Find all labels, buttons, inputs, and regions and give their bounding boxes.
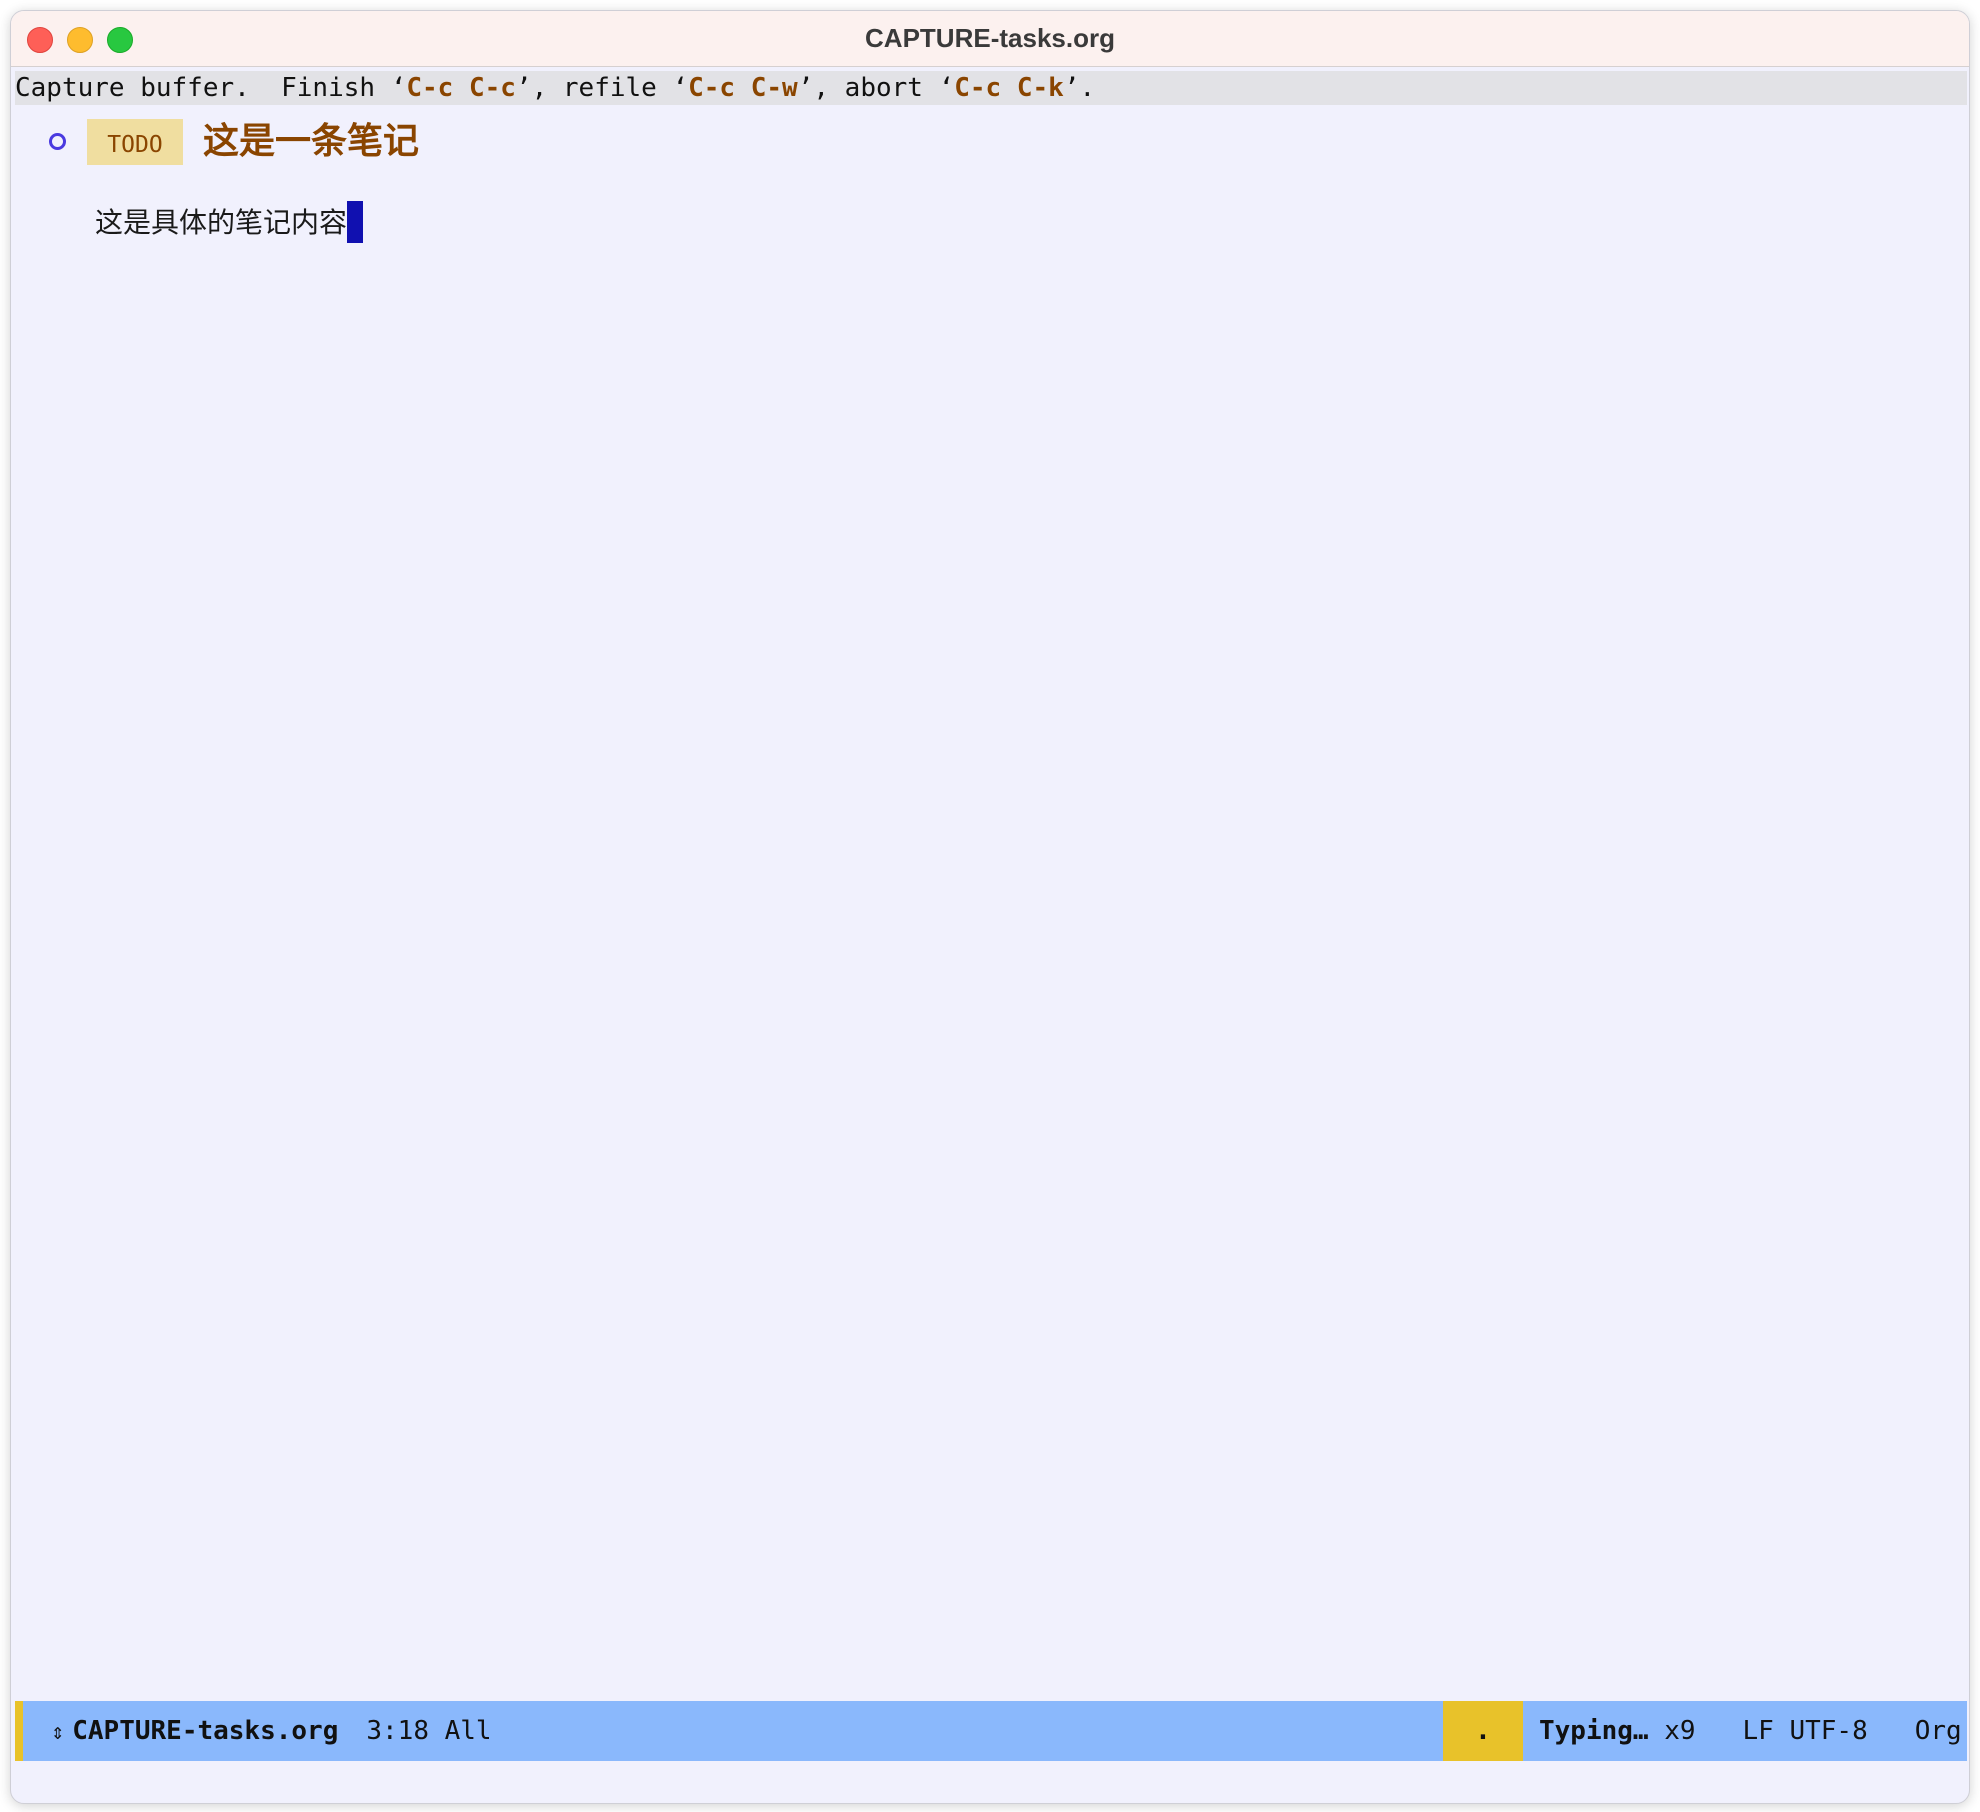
quote-close: ’ (797, 73, 814, 103)
quote-close: ’ (1063, 73, 1080, 103)
finish-key[interactable]: C-c C-c (406, 73, 516, 103)
heading-title[interactable]: 这是一条笔记 (203, 119, 419, 165)
emacs-window: CAPTURE-tasks.org Capture buffer. Finish… (10, 10, 1970, 1804)
title-bar: CAPTURE-tasks.org (11, 11, 1969, 67)
mode-line-left: ⇕ CAPTURE-tasks.org 3:18 All (51, 1701, 492, 1763)
mode-line-buffer-name[interactable]: CAPTURE-tasks.org (72, 1716, 338, 1746)
mode-line-accent-bar (15, 1701, 23, 1761)
typing-count: x9 (1664, 1716, 1696, 1746)
typing-indicator: Typing… (1539, 1716, 1649, 1746)
window-title: CAPTURE-tasks.org (865, 23, 1115, 53)
capture-header-line: Capture buffer. Finish ‘C-c C-c’, refile… (15, 71, 1967, 105)
mode-line: ⇕ CAPTURE-tasks.org 3:18 All . Typing… x9 … (15, 1701, 1967, 1761)
buffer-size-arrow-icon: ⇕ (51, 1720, 65, 1745)
note-body[interactable]: 这是具体的笔记内容 (95, 201, 364, 245)
major-mode[interactable]: Org (1915, 1716, 1962, 1746)
refile-key[interactable]: C-c C-w (688, 73, 798, 103)
quote-open: ‘ (672, 73, 689, 103)
encoding-indicator[interactable]: LF UTF-8 (1743, 1716, 1868, 1746)
note-body-text: 这是具体的笔记内容 (95, 206, 348, 239)
header-refile-text: , refile (531, 73, 673, 103)
abort-key[interactable]: C-c C-k (954, 73, 1064, 103)
quote-open: ‘ (390, 73, 407, 103)
mode-line-position: 3:18 All (366, 1716, 492, 1746)
quote-open: ‘ (938, 73, 955, 103)
header-abort-text: , abort (813, 73, 939, 103)
quote-close: ’ (515, 73, 532, 103)
mode-line-right: Typing… x9 LF UTF-8 Org (1539, 1701, 1962, 1761)
text-cursor (347, 201, 364, 243)
todo-keyword[interactable]: TODO (87, 119, 183, 165)
heading-bullet-icon (49, 133, 66, 150)
header-suffix: . (1079, 73, 1096, 103)
mode-line-indicator: . (1443, 1701, 1523, 1761)
header-prefix: Capture buffer. Finish (15, 73, 391, 103)
